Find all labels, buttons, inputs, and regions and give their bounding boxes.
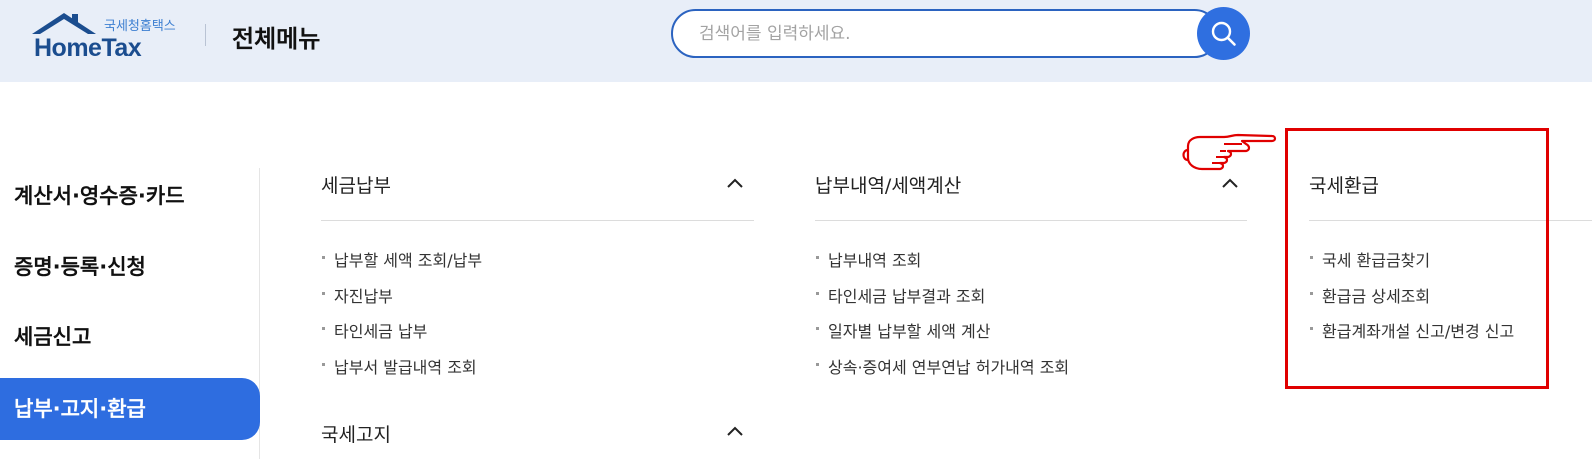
link-third-party-payment[interactable]: 타인세금 납부 xyxy=(321,318,427,342)
section-title-tax-payment[interactable]: 세금납부 xyxy=(321,171,391,198)
chevron-up-icon[interactable] xyxy=(727,426,743,436)
section-divider xyxy=(815,220,1247,221)
chevron-up-icon[interactable] xyxy=(727,178,743,188)
search-button[interactable] xyxy=(1197,7,1250,60)
search-icon xyxy=(1211,21,1236,46)
link-payment-slip-history[interactable]: 납부서 발급내역 조회 xyxy=(322,354,477,378)
link-installment-permission[interactable]: 상속·증여세 연부연납 허가내역 조회 xyxy=(815,354,1069,378)
highlight-box xyxy=(1285,128,1549,389)
page-title: 전체메뉴 xyxy=(232,25,321,53)
header-divider xyxy=(205,24,206,46)
sidebar-item-certificate-registration[interactable]: 증명·등록·신청 xyxy=(0,236,260,298)
search-input[interactable] xyxy=(697,23,1181,45)
logo-wordmark: HomeTax xyxy=(34,34,142,62)
hometax-logo[interactable]: 국세청홈택스 HomeTax xyxy=(30,10,180,62)
section-divider xyxy=(321,220,754,221)
sidebar-item-invoice-receipt-card[interactable]: 계산서·영수증·카드 xyxy=(0,165,260,227)
link-self-payment[interactable]: 자진납부 xyxy=(322,283,393,307)
sidebar-item-tax-filing[interactable]: 세금신고 xyxy=(0,306,260,368)
link-payment-history-inquiry[interactable]: 납부내역 조회 xyxy=(815,247,921,271)
section-title-payment-history[interactable]: 납부내역/세액계산 xyxy=(815,171,961,198)
chevron-up-icon[interactable] xyxy=(1222,178,1238,188)
search-box xyxy=(671,9,1219,58)
section-title-tax-notice[interactable]: 국세고지 xyxy=(321,420,391,447)
pointing-hand-icon xyxy=(1182,133,1277,171)
link-third-party-payment-result[interactable]: 타인세금 납부결과 조회 xyxy=(815,283,985,307)
sidebar-item-payment-notice-refund[interactable]: 납부·고지·환급 xyxy=(0,378,260,440)
link-payable-tax-inquiry[interactable]: 납부할 세액 조회/납부 xyxy=(321,247,482,271)
link-daily-tax-calculation[interactable]: 일자별 납부할 세액 계산 xyxy=(815,318,990,342)
header-bar: 국세청홈택스 HomeTax 전체메뉴 xyxy=(0,0,1592,82)
logo-subtitle: 국세청홈택스 xyxy=(104,19,176,34)
